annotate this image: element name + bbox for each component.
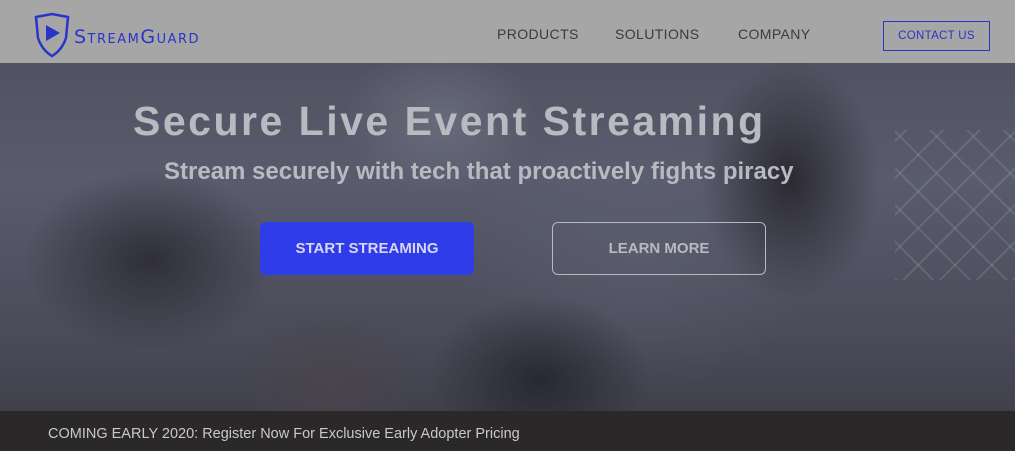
nav-company[interactable]: COMPANY	[738, 26, 811, 42]
learn-more-button[interactable]: LEARN MORE	[552, 222, 766, 275]
hero-subheadline: Stream securely with tech that proactive…	[164, 158, 794, 185]
announcement-banner: COMING EARLY 2020: Register Now For Excl…	[0, 411, 1015, 451]
brand-name: StreamGuard	[74, 26, 201, 48]
hero-background-image	[0, 0, 1015, 451]
announcement-text[interactable]: COMING EARLY 2020: Register Now For Excl…	[48, 426, 520, 442]
nav-solutions[interactable]: SOLUTIONS	[615, 26, 700, 42]
hero-headline: Secure Live Event Streaming	[133, 98, 766, 144]
nav-products[interactable]: PRODUCTS	[497, 26, 579, 42]
brand-logo[interactable]: StreamGuard	[32, 12, 200, 58]
site-header: StreamGuard PRODUCTS SOLUTIONS COMPANY C…	[0, 0, 1015, 63]
contact-us-button[interactable]: CONTACT US	[883, 21, 990, 51]
start-streaming-button[interactable]: START STREAMING	[260, 222, 474, 275]
shield-play-icon	[34, 12, 70, 58]
stage-truss-decoration	[895, 130, 1015, 280]
